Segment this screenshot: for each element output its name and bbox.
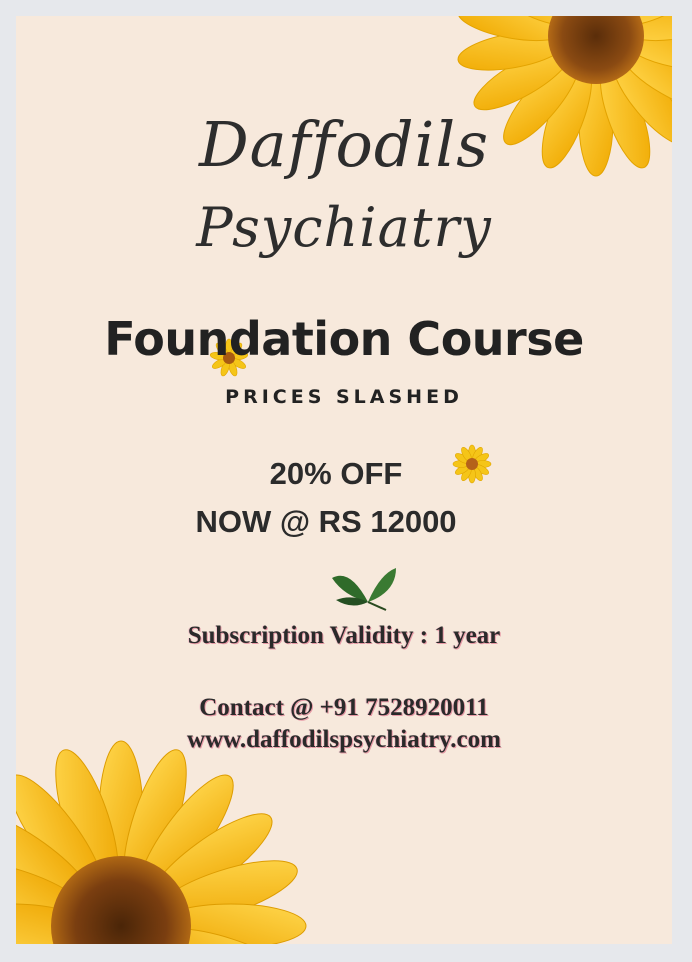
leaves-icon (332, 568, 396, 611)
contact-phone: Contact @ +91 7528920011 (199, 694, 489, 721)
tagline: PRICES SLASHED (225, 386, 463, 408)
brand-name-line-2: Psychiatry (196, 196, 492, 259)
poster: Daffodils Psychiatry Foundation Course P… (16, 16, 672, 944)
discount-text: 20% OFF (269, 456, 403, 491)
course-title: Foundation Course (104, 312, 584, 366)
price-text: NOW @ RS 12000 (195, 504, 457, 539)
daisy-icon (452, 444, 492, 484)
brand-name-line-1: Daffodils (198, 108, 490, 181)
website-url: www.daffodilspsychiatry.com (187, 726, 501, 753)
subscription-validity: Subscription Validity : 1 year (187, 622, 501, 649)
